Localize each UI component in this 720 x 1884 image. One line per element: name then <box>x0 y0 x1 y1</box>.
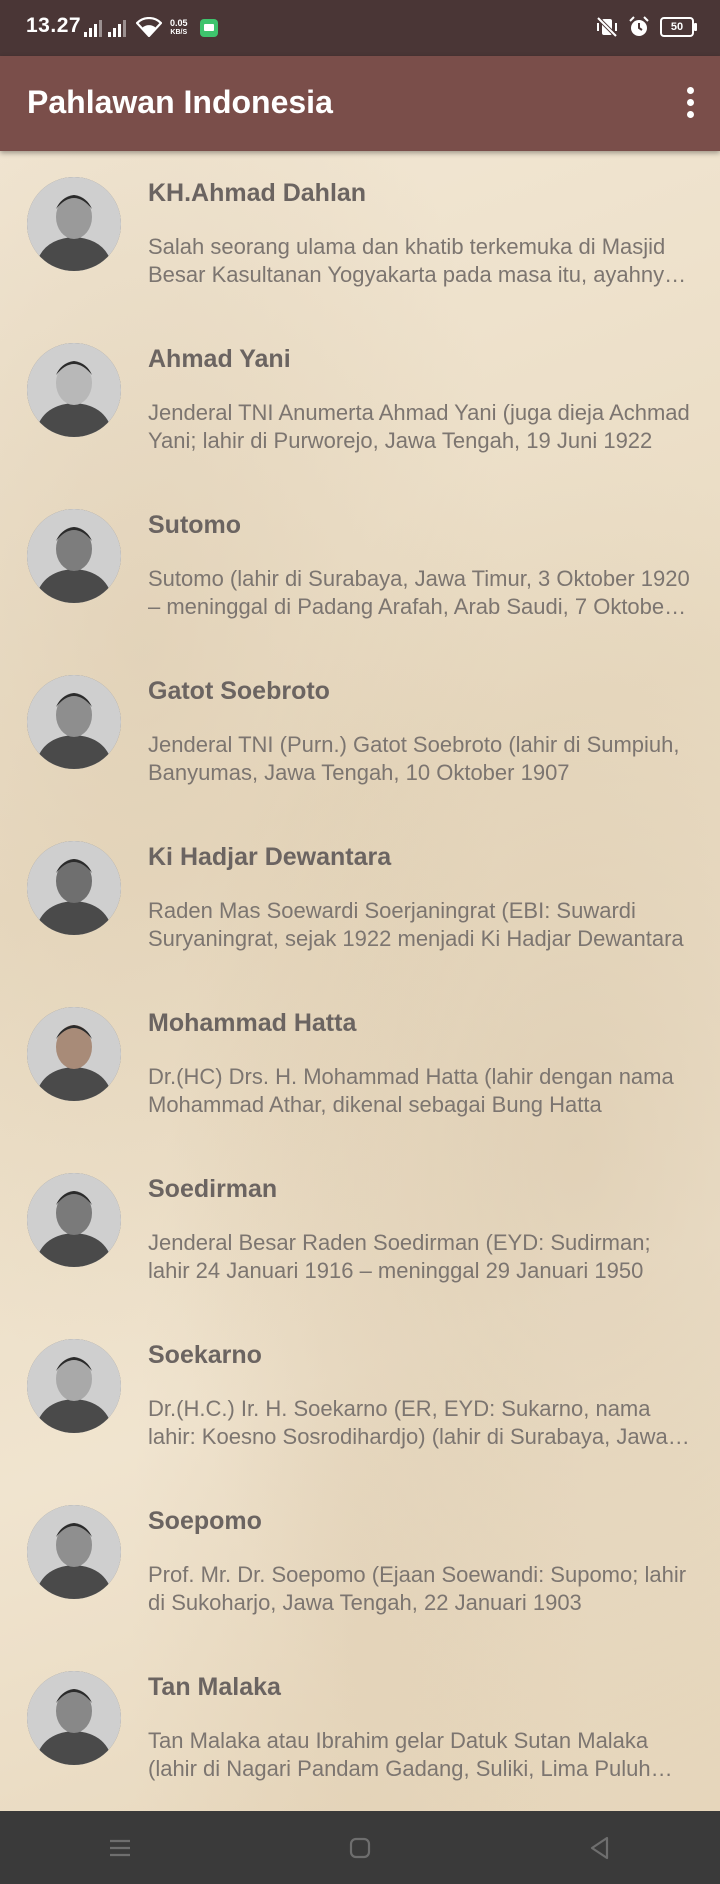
message-icon <box>199 19 218 37</box>
hero-name: Gatot Soebroto <box>148 677 330 705</box>
hero-avatar <box>27 675 121 769</box>
hero-avatar <box>27 1339 121 1433</box>
hero-description: Salah seorang ulama dan khatib terkemuka… <box>148 234 677 287</box>
hero-avatar <box>27 177 121 271</box>
status-bar: 13.27 0.05 KB/S 50 <box>0 0 720 56</box>
hero-name: Soepomo <box>148 1507 262 1535</box>
hero-list-item[interactable]: Tan Malaka Tan Malaka atau Ibrahim gelar … <box>0 1645 720 1811</box>
net-speed-unit: KB/S <box>170 29 188 36</box>
hero-avatar <box>27 509 121 603</box>
hero-avatar <box>27 1671 121 1765</box>
hero-description: Tan Malaka atau Ibrahim gelar Datuk Suta… <box>148 1728 651 1781</box>
app-bar: Pahlawan Indonesia <box>0 56 720 151</box>
status-right-icons: 50 <box>596 16 697 38</box>
hero-name: Mohammad Hatta <box>148 1009 357 1037</box>
hero-name: Soedirman <box>148 1175 278 1203</box>
hero-avatar <box>27 343 121 437</box>
hero-name: Tan Malaka <box>148 1673 281 1701</box>
hero-name: Ahmad Yani <box>148 345 291 373</box>
recents-icon <box>110 1839 130 1856</box>
net-speed-value: 0.05 <box>170 18 188 28</box>
hero-description: Dr.(H.C.) Ir. H. Soekarno (ER, EYD: Suka… <box>148 1396 668 1449</box>
hero-list-item[interactable]: Gatot Soebroto Jenderal TNI (Purn.) Gatot… <box>0 649 720 815</box>
hero-list-item[interactable]: Soekarno Dr.(H.C.) Ir. H. Soekarno (ER, E… <box>0 1313 720 1479</box>
hero-name: Soekarno <box>148 1341 262 1369</box>
net-speed: 0.05 KB/S <box>170 19 188 37</box>
alarm-icon <box>629 16 649 36</box>
wifi-icon <box>136 17 162 37</box>
hero-list-item[interactable]: Soepomo Prof. Mr. Dr. Soepomo (Ejaan Soew… <box>0 1479 720 1645</box>
home-button[interactable] <box>330 1818 390 1878</box>
vibrate-icon <box>596 16 618 38</box>
hero-list-item[interactable]: Ki Hadjar Dewantara Raden Mas Soewardi So… <box>0 815 720 981</box>
more-options-button[interactable] <box>678 82 702 122</box>
hero-description: Jenderal TNI Anumerta Ahmad Yani (juga d… <box>148 400 690 453</box>
status-time: 13.27 <box>26 14 82 37</box>
hero-name: Ki Hadjar Dewantara <box>148 843 392 871</box>
hero-description: Jenderal TNI (Purn.) Gatot Soebroto (lah… <box>148 732 680 785</box>
back-icon <box>590 1836 609 1859</box>
hero-description: Jenderal Besar Raden Soedirman (EYD: Sud… <box>148 1230 651 1283</box>
hero-avatar <box>27 1007 121 1101</box>
hero-list-item[interactable]: Sutomo Sutomo (lahir di Surabaya, Jawa Ti… <box>0 483 720 649</box>
hero-list-item[interactable]: Mohammad Hatta Dr.(HC) Drs. H. Mohammad H… <box>0 981 720 1147</box>
hero-description: Prof. Mr. Dr. Soepomo (Ejaan Soewandi: S… <box>148 1562 687 1615</box>
hero-list-item[interactable]: Soedirman Jenderal Besar Raden Soedirman … <box>0 1147 720 1313</box>
back-button[interactable] <box>570 1818 630 1878</box>
hero-description: Raden Mas Soewardi Soerjaningrat (EBI: S… <box>148 898 684 951</box>
hero-list-item[interactable]: Ahmad Yani Jenderal TNI Anumerta Ahmad Ya… <box>0 317 720 483</box>
navigation-bar <box>0 1811 720 1884</box>
hero-description: Sutomo (lahir di Surabaya, Jawa Timur, 3… <box>148 566 690 619</box>
hero-list[interactable]: KH.Ahmad Dahlan Salah seorang ulama dan k… <box>0 151 720 1811</box>
hero-list-item[interactable]: KH.Ahmad Dahlan Salah seorang ulama dan k… <box>0 151 720 317</box>
hero-name: KH.Ahmad Dahlan <box>148 179 367 207</box>
hero-avatar <box>27 1505 121 1599</box>
home-icon <box>349 1837 371 1858</box>
hero-description: Dr.(HC) Drs. H. Mohammad Hatta (lahir de… <box>148 1064 674 1117</box>
hero-avatar <box>27 841 121 935</box>
recents-button[interactable] <box>90 1818 150 1878</box>
more-vert-icon <box>686 86 694 94</box>
signal-icon <box>84 17 102 37</box>
battery-icon: 50 <box>660 17 697 37</box>
hero-avatar <box>27 1173 121 1267</box>
hero-name: Sutomo <box>148 511 242 539</box>
status-left-icons: 0.05 KB/S <box>84 17 218 37</box>
app-title: Pahlawan Indonesia <box>27 84 333 120</box>
signal-icon <box>108 17 126 37</box>
battery-level: 50 <box>670 21 684 33</box>
